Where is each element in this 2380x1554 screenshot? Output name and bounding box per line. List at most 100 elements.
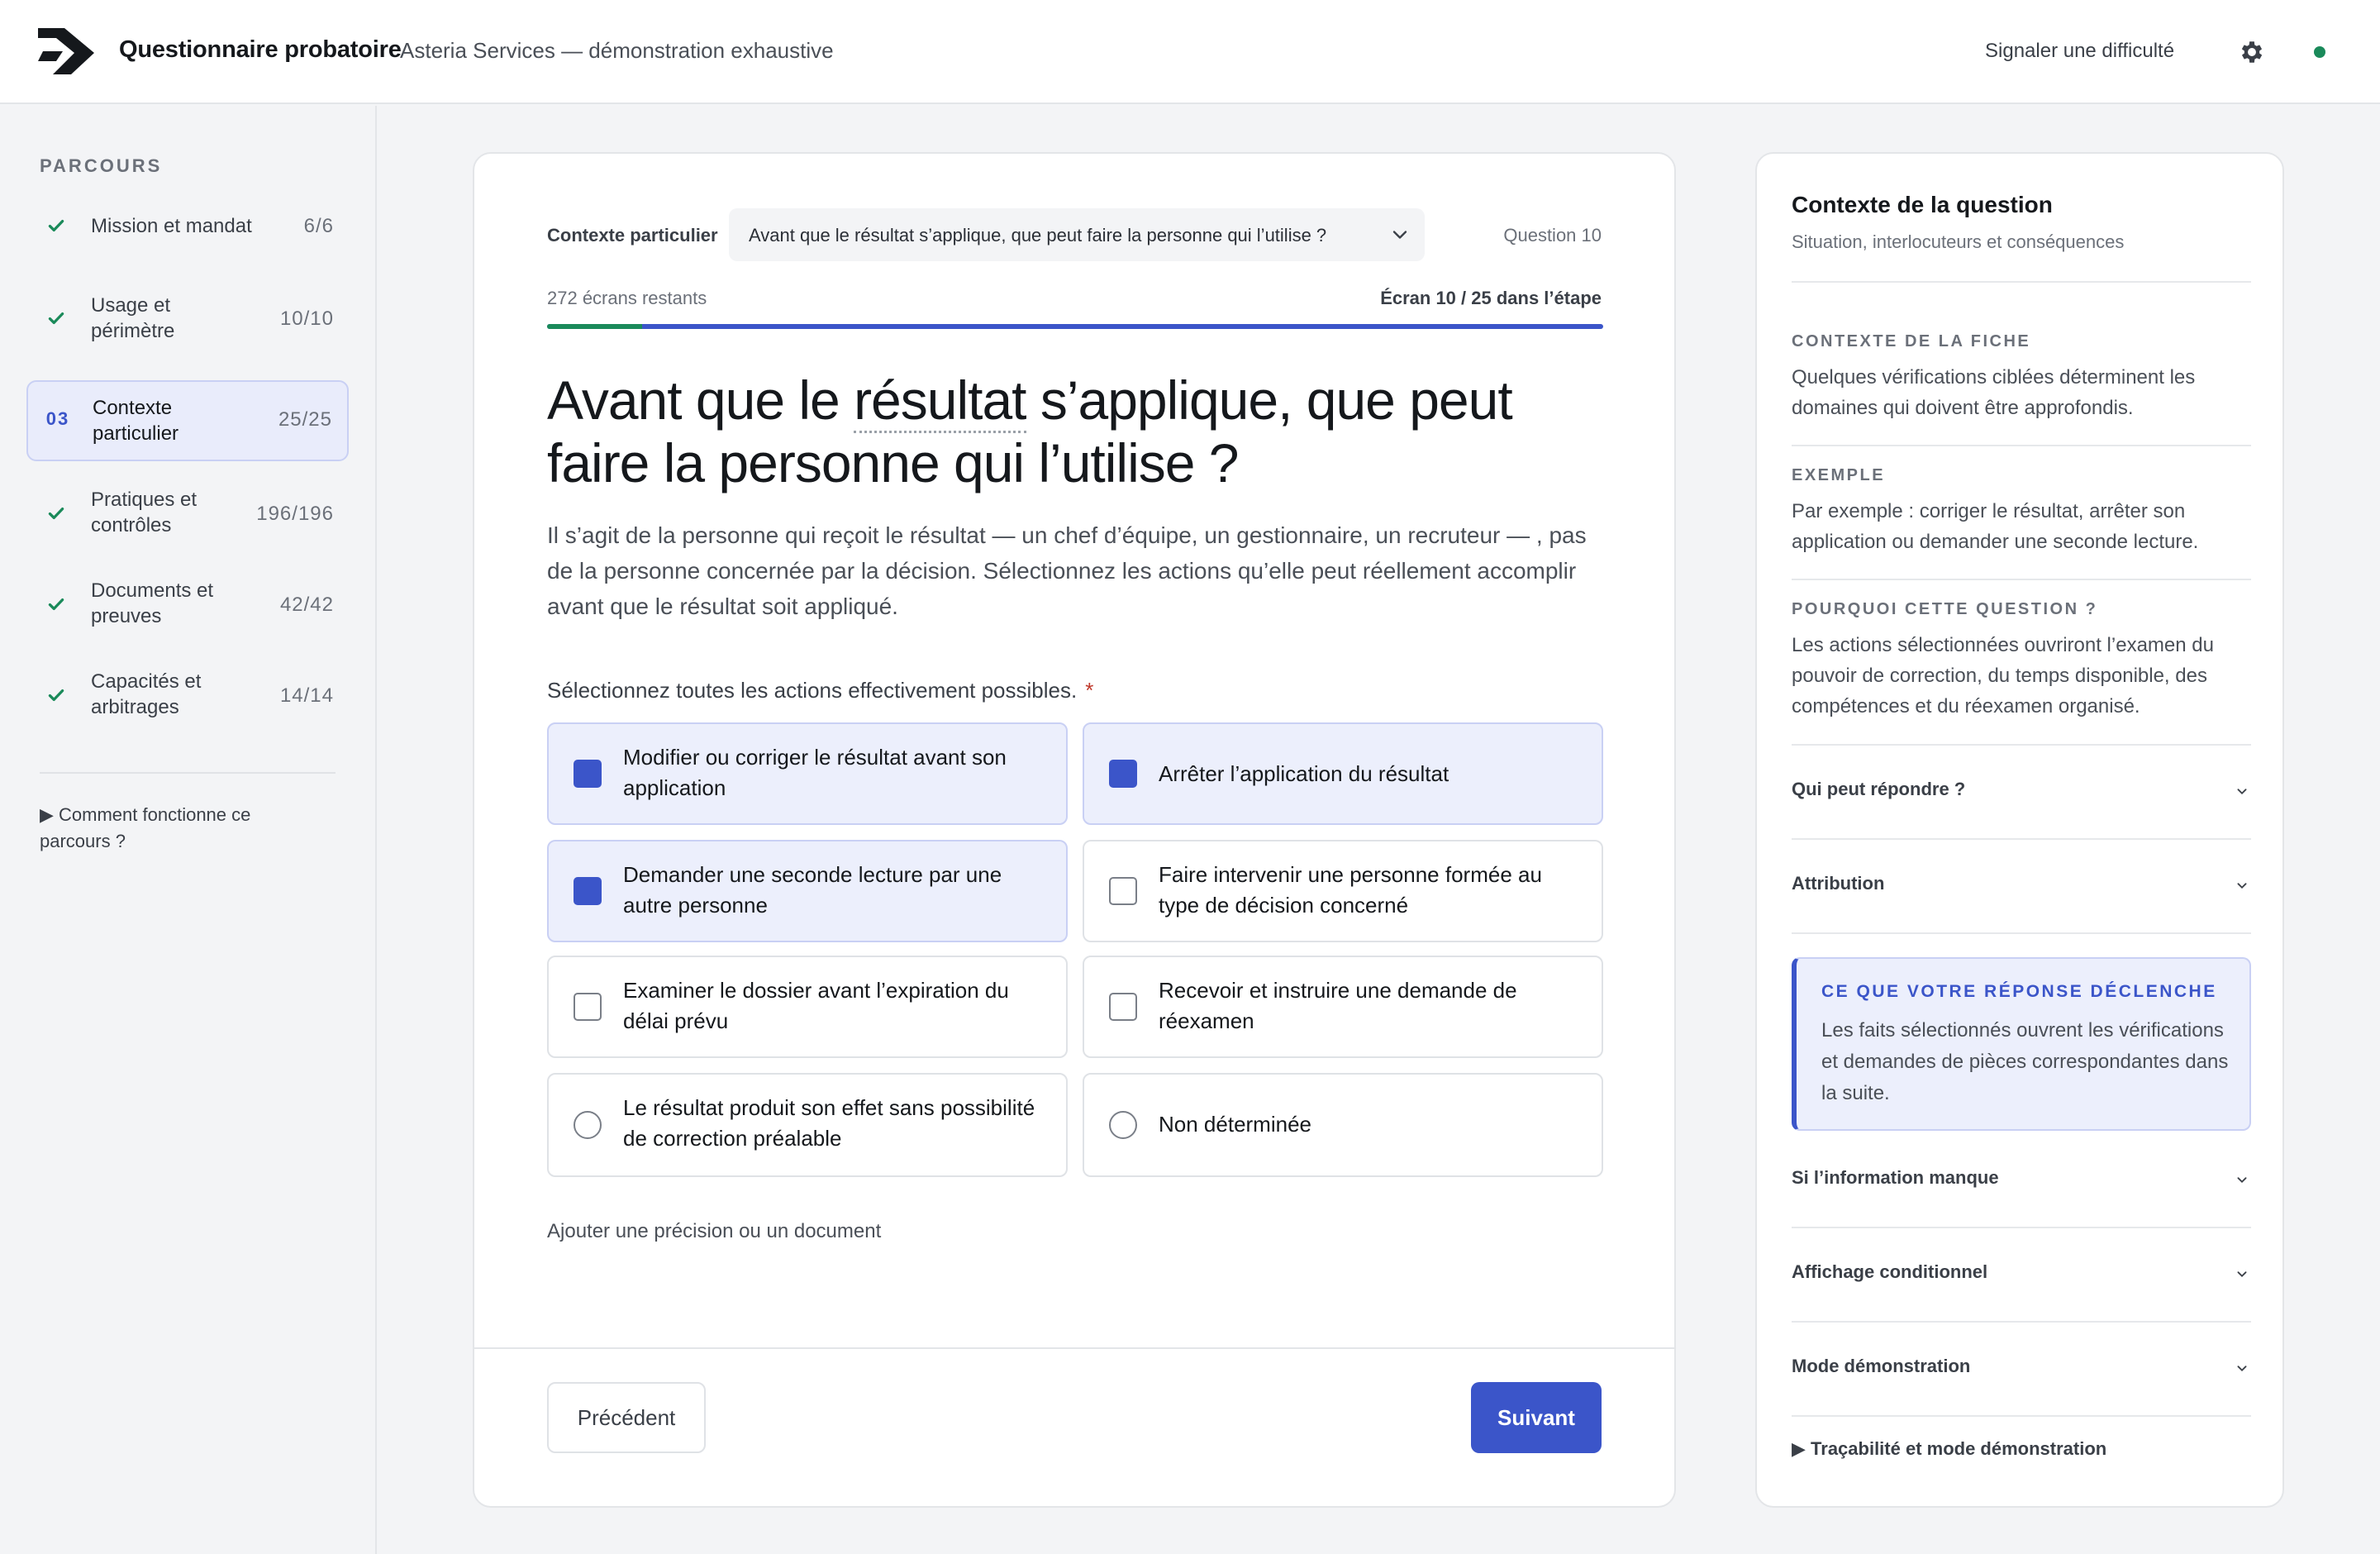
- section-label-context: CONTEXTE DE LA FICHE: [1792, 332, 2031, 350]
- app-subtitle: Asteria Services — démonstration exhaust…: [400, 38, 834, 63]
- option-checkbox[interactable]: Modifier ou corriger le résultat avant s…: [547, 722, 1068, 825]
- option-checkbox[interactable]: Recevoir et instruire une demande de rée…: [1083, 956, 1603, 1058]
- sidebar-step-documents[interactable]: Documents et preuves 42/42: [26, 574, 349, 635]
- chevron-down-icon: [1392, 231, 1407, 239]
- panel-divider: [1792, 1415, 2251, 1417]
- panel-divider: [1792, 838, 2251, 840]
- check-icon: [40, 307, 73, 334]
- sidebar-heading: PARCOURS: [40, 155, 163, 176]
- accordion-label: Si l’information manque: [1792, 1167, 1999, 1188]
- step-label: Mission et mandat: [91, 215, 252, 237]
- callout-text: Les faits sélectionnés ouvrent les vérif…: [1821, 1019, 2229, 1104]
- footer-divider: [474, 1347, 1674, 1349]
- status-indicator: [2314, 46, 2325, 58]
- chevron-down-icon: [2237, 1271, 2247, 1278]
- radio-circle: [1109, 1111, 1137, 1139]
- check-icon: [40, 593, 73, 620]
- how-it-works-toggle[interactable]: ▶ Comment fonctionne ce parcours ?: [40, 802, 304, 855]
- step-number: 03: [45, 408, 70, 429]
- app-title: Questionnaire probatoire: [119, 36, 402, 63]
- step-count: 6/6: [303, 215, 334, 237]
- screen-position: Écran 10 / 25 dans l’étape: [1380, 288, 1602, 308]
- sidebar-step-usage[interactable]: Usage et périmètre 10/10: [26, 289, 349, 349]
- check-icon: [40, 215, 73, 241]
- add-precision-link[interactable]: Ajouter une précision ou un document: [547, 1220, 881, 1243]
- section-text-example: Par exemple : corriger le résultat, arrê…: [1792, 500, 2199, 553]
- brand-logo-icon[interactable]: [38, 28, 94, 74]
- option-label: Le résultat produit son effet sans possi…: [623, 1095, 1035, 1151]
- next-button[interactable]: Suivant: [1471, 1382, 1602, 1453]
- step-label: Capacités et arbitrages: [91, 670, 202, 718]
- accordion-label: Affichage conditionnel: [1792, 1261, 1988, 1282]
- step-count: 42/42: [279, 593, 334, 616]
- context-question-select[interactable]: Avant que le résultat s’applique, que pe…: [729, 208, 1425, 261]
- panel-divider: [1792, 1321, 2251, 1323]
- section-label-example: EXEMPLE: [1792, 466, 1886, 484]
- option-checkbox[interactable]: Arrêter l’application du résultat: [1083, 722, 1603, 825]
- check-icon: [40, 684, 73, 711]
- chevron-down-icon: [2237, 883, 2247, 889]
- accordion-conditional-display[interactable]: Affichage conditionnel: [1792, 1250, 2251, 1299]
- step-count: 10/10: [279, 307, 334, 330]
- progress-bar: [547, 324, 1603, 329]
- accordion-label: Qui peut répondre ?: [1792, 779, 1966, 799]
- step-count: 25/25: [278, 408, 332, 431]
- panel-divider: [1792, 281, 2251, 283]
- sidebar-step-contexte[interactable]: 03 Contexte particulier 25/25: [26, 380, 349, 461]
- context-select-value: Avant que le résultat s’applique, que pe…: [749, 225, 1327, 245]
- question-context-panel: Contexte de la question Situation, inter…: [1755, 152, 2284, 1508]
- step-count: 196/196: [256, 503, 334, 525]
- panel-divider: [1792, 1227, 2251, 1228]
- step-label: Pratiques et contrôles: [91, 489, 198, 536]
- previous-button[interactable]: Précédent: [547, 1382, 706, 1453]
- chevron-down-icon: [2237, 1177, 2247, 1184]
- panel-divider: [1792, 932, 2251, 934]
- option-label: Recevoir et instruire une demande de rée…: [1159, 978, 1517, 1033]
- traceability-toggle[interactable]: ▶ Traçabilité et mode démonstration: [1792, 1438, 2106, 1460]
- panel-divider: [1792, 579, 2251, 580]
- required-marker: *: [1085, 678, 1094, 703]
- sidebar: PARCOURS Mission et mandat 6/6 Usage et …: [0, 106, 377, 1554]
- checkbox-box: [574, 877, 602, 905]
- instruction-text: Sélectionnez toutes les actions effectiv…: [547, 678, 1078, 703]
- sidebar-step-mission[interactable]: Mission et mandat 6/6: [26, 207, 349, 246]
- answer-instruction: Sélectionnez toutes les actions effectiv…: [547, 678, 1093, 703]
- option-radio[interactable]: Le résultat produit son effet sans possi…: [547, 1073, 1068, 1177]
- accordion-label: Attribution: [1792, 873, 1885, 894]
- context-label: Contexte particulier: [547, 225, 718, 245]
- accordion-label: Mode démonstration: [1792, 1356, 1971, 1376]
- sidebar-divider: [40, 772, 336, 774]
- question-number: Question 10: [1503, 225, 1602, 245]
- panel-title: Contexte de la question: [1792, 192, 2053, 217]
- report-issue-link[interactable]: Signaler une difficulté: [1985, 40, 2174, 63]
- checkbox-box: [574, 993, 602, 1021]
- panel-subtitle: Situation, interlocuteurs et conséquence…: [1792, 231, 2125, 252]
- option-checkbox[interactable]: Demander une seconde lecture par une aut…: [547, 840, 1068, 942]
- checkbox-box: [1109, 993, 1137, 1021]
- chevron-down-icon: [2237, 789, 2247, 795]
- callout-label: CE QUE VOTRE RÉPONSE DÉCLENCHE: [1821, 982, 2217, 1001]
- accordion-missing-info[interactable]: Si l’information manque: [1792, 1156, 2251, 1205]
- question-title: Avant que le résultat s’applique, que pe…: [547, 369, 1603, 494]
- sidebar-step-pratiques[interactable]: Pratiques et contrôles 196/196: [26, 483, 349, 544]
- option-radio[interactable]: Non déterminée: [1083, 1073, 1603, 1177]
- option-checkbox[interactable]: Examiner le dossier avant l’expiration d…: [547, 956, 1068, 1058]
- question-description: Il s’agit de la personne qui reçoit le r…: [547, 522, 1587, 619]
- accordion-demo-mode[interactable]: Mode démonstration: [1792, 1344, 2251, 1394]
- top-header: Questionnaire probatoire Asteria Service…: [0, 0, 2380, 104]
- option-label: Demander une seconde lecture par une aut…: [623, 862, 1002, 918]
- checkbox-box: [574, 760, 602, 788]
- chevron-down-icon: [2237, 1366, 2247, 1372]
- glossary-term[interactable]: résultat: [854, 369, 1027, 433]
- step-label: Contexte particulier: [93, 397, 179, 445]
- remaining-screens: 272 écrans restants: [547, 288, 707, 308]
- step-label: Usage et périmètre: [91, 294, 175, 342]
- response-trigger-callout: CE QUE VOTRE RÉPONSE DÉCLENCHE Les faits…: [1792, 957, 2251, 1131]
- accordion-who-can-answer[interactable]: Qui peut répondre ?: [1792, 767, 2251, 817]
- option-label: Arrêter l’application du résultat: [1159, 761, 1449, 786]
- progress-fill: [547, 324, 643, 329]
- sidebar-step-capacites[interactable]: Capacités et arbitrages 14/14: [26, 665, 349, 726]
- gear-icon[interactable]: [2238, 38, 2266, 66]
- accordion-attribution[interactable]: Attribution: [1792, 861, 2251, 911]
- option-checkbox[interactable]: Faire intervenir une personne formée au …: [1083, 840, 1603, 942]
